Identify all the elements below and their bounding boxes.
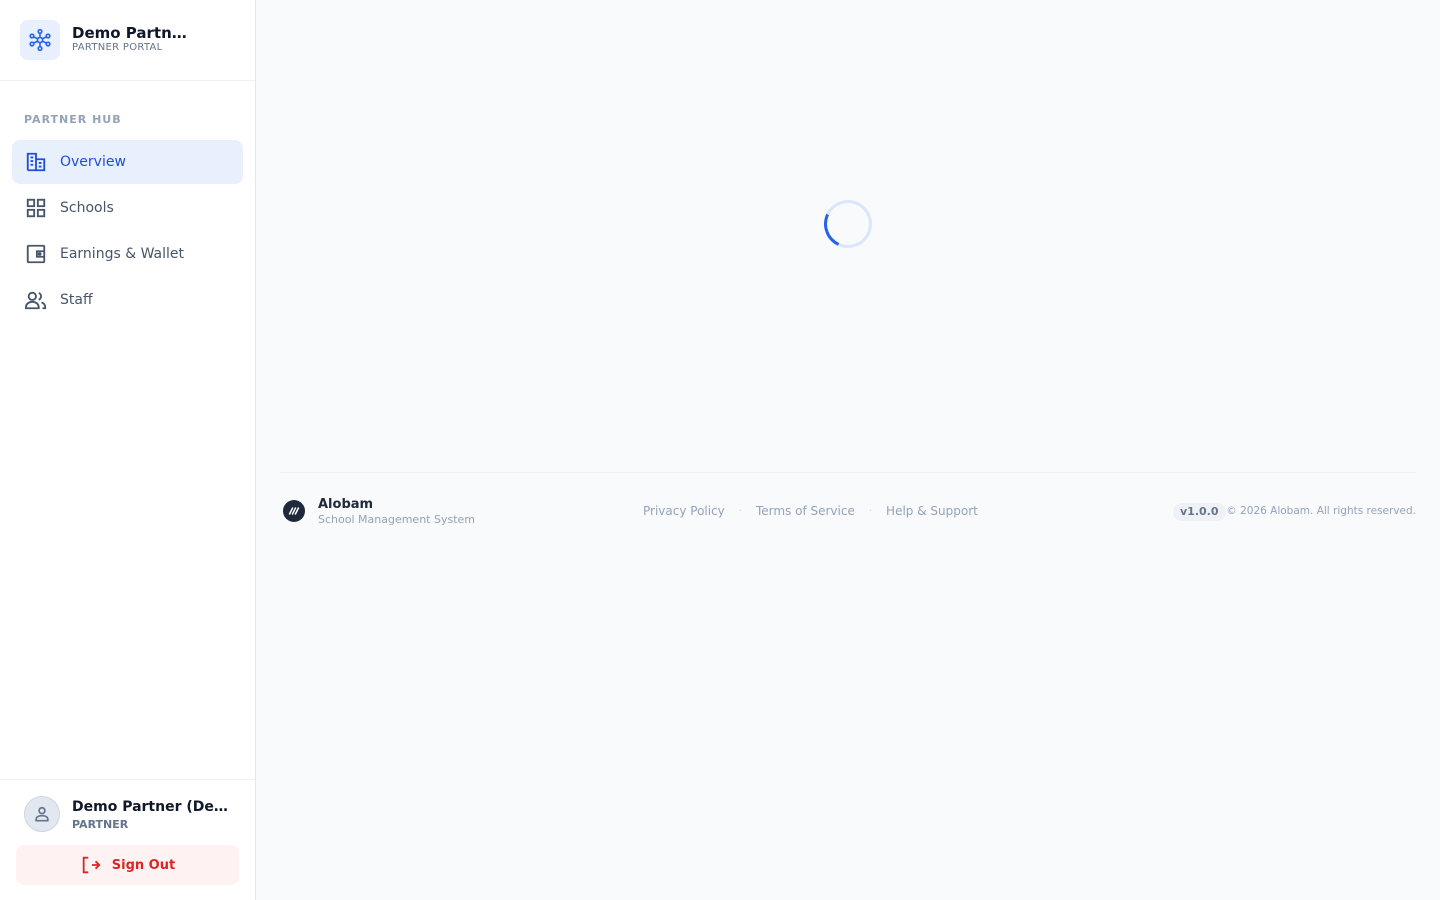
alobam-logo-icon bbox=[283, 500, 305, 522]
avatar[interactable] bbox=[24, 796, 60, 832]
user-panel: Demo Partner (Demo Partner) PARTNER Sign… bbox=[0, 779, 255, 900]
sidebar-item-staff[interactable]: Staff bbox=[12, 278, 243, 322]
terms-of-service-link[interactable]: Terms of Service bbox=[756, 504, 855, 518]
sidebar-item-label: Earnings & Wallet bbox=[60, 246, 184, 262]
brand-subtitle: PARTNER PORTAL bbox=[72, 42, 163, 53]
sidebar-item-label: Staff bbox=[60, 292, 93, 308]
wallet-icon bbox=[24, 242, 48, 266]
brand-title: Demo Partner (Demo Partner) bbox=[72, 24, 196, 42]
privacy-policy-link[interactable]: Privacy Policy bbox=[643, 504, 725, 518]
users-icon bbox=[24, 288, 48, 312]
user-role: PARTNER bbox=[72, 818, 129, 831]
sign-out-button[interactable]: Sign Out bbox=[16, 845, 239, 885]
brand-header: Demo Partner (Demo Partner) PARTNER PORT… bbox=[0, 0, 255, 81]
sidebar-item-earnings-wallet[interactable]: Earnings & Wallet bbox=[12, 232, 243, 276]
footer: Alobam School Management System Privacy … bbox=[280, 472, 1416, 552]
sidebar-item-schools[interactable]: Schools bbox=[12, 186, 243, 230]
help-support-link[interactable]: Help & Support bbox=[886, 504, 978, 518]
separator-dot: · bbox=[868, 505, 873, 517]
footer-links: Privacy Policy · Terms of Service · Help… bbox=[643, 504, 978, 518]
sidebar: Demo Partner (Demo Partner) PARTNER PORT… bbox=[0, 0, 256, 900]
separator-dot: · bbox=[738, 505, 742, 517]
user-name: Demo Partner (Demo Partner) bbox=[72, 799, 234, 815]
copyright-text: © 2026 Alobam. All rights reserved. bbox=[1226, 505, 1416, 517]
footer-tagline: School Management System bbox=[318, 513, 475, 526]
version-badge: v1.0.0 bbox=[1173, 503, 1226, 521]
nav-section-label: PARTNER HUB bbox=[24, 113, 122, 126]
loading-spinner bbox=[817, 193, 879, 255]
logout-icon bbox=[82, 856, 101, 874]
person-icon bbox=[35, 806, 49, 822]
sidebar-item-label: Schools bbox=[60, 200, 114, 216]
sidebar-item-label: Overview bbox=[60, 154, 126, 170]
network-icon bbox=[20, 20, 60, 60]
building-icon bbox=[24, 150, 48, 174]
sign-out-label: Sign Out bbox=[111, 857, 176, 873]
sidebar-item-overview[interactable]: Overview bbox=[12, 140, 243, 184]
grid-icon bbox=[24, 196, 48, 220]
footer-app-name: Alobam bbox=[318, 497, 374, 512]
